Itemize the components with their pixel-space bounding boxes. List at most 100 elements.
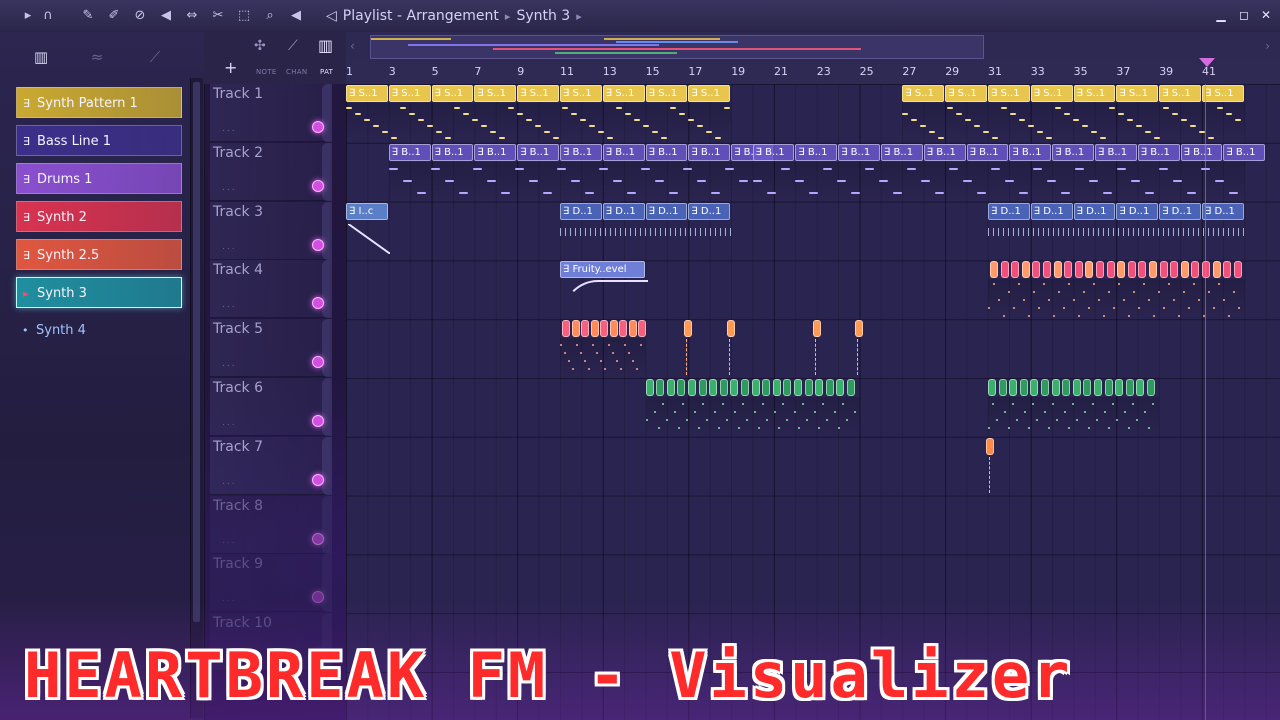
track-handle[interactable]: [322, 554, 332, 613]
synth-note-clip[interactable]: [1032, 261, 1041, 279]
pattern-clip[interactable]: ∃ S..1: [1030, 85, 1073, 102]
pattern-item[interactable]: ∃ Synth 2.5: [16, 239, 182, 270]
synth-note-clip[interactable]: [1009, 379, 1018, 396]
pattern-clip[interactable]: ∃ B..1: [923, 143, 966, 161]
track-enable-led-icon[interactable]: [312, 415, 324, 427]
speaker-icon[interactable]: ◁: [326, 8, 337, 24]
synth-note-clip[interactable]: [751, 379, 760, 396]
synth-note-clip[interactable]: [619, 320, 627, 338]
pattern-clip[interactable]: ∃ B..1: [474, 143, 517, 161]
synth-note-clip[interactable]: [1149, 261, 1157, 279]
pattern-clip[interactable]: ∃ B..1: [1137, 143, 1180, 161]
pattern-clip[interactable]: ∃ D..1: [688, 202, 731, 220]
track-handle[interactable]: [322, 319, 332, 378]
synth-note-clip[interactable]: [1083, 379, 1092, 396]
picker-scrollbar[interactable]: [190, 78, 203, 718]
pattern-clip[interactable]: ∃ D..1: [1116, 202, 1159, 220]
bar-number[interactable]: 37: [1116, 65, 1130, 78]
pattern-clip[interactable]: ∃ S..1: [388, 85, 431, 102]
pattern-clip[interactable]: ∃ B..1: [795, 143, 838, 161]
synth-note-clip[interactable]: [571, 320, 580, 338]
overview-strip[interactable]: [370, 35, 984, 59]
synth-note-clip[interactable]: [825, 379, 834, 396]
synth-note-clip[interactable]: [730, 379, 739, 396]
pattern-item[interactable]: ∃ Drums 1: [16, 163, 182, 194]
pattern-clip[interactable]: ∃ B..1: [688, 143, 731, 161]
bar-number[interactable]: 5: [432, 65, 439, 78]
track-options-icon[interactable]: ...: [222, 418, 237, 428]
mute-icon[interactable]: ◀: [158, 8, 174, 24]
playhead-marker[interactable]: [1199, 58, 1215, 67]
synth-note-clip[interactable]: [1043, 261, 1051, 279]
pattern-clip[interactable]: ∃ S..1: [517, 85, 559, 102]
pencil-icon[interactable]: ✎: [80, 8, 96, 24]
note-label[interactable]: NOTE: [256, 68, 277, 76]
synth-note-clip[interactable]: [1053, 261, 1062, 279]
close-icon[interactable]: ✕: [1259, 8, 1273, 22]
synth-note-clip[interactable]: [590, 320, 599, 338]
track-options-icon[interactable]: ...: [222, 300, 237, 310]
pattern-clip[interactable]: ∃ B..1: [966, 143, 1009, 161]
pattern-clip[interactable]: ∃ S..1: [1073, 85, 1116, 102]
synth-note-clip[interactable]: [1011, 261, 1020, 279]
select-icon[interactable]: ⬚: [236, 8, 252, 24]
synth-note-clip[interactable]: [1094, 379, 1102, 396]
pattern-clip[interactable]: ∃ Fruity..evel: [560, 261, 645, 279]
synth-note-clip[interactable]: [1223, 261, 1232, 279]
synth-note-clip[interactable]: [1072, 379, 1081, 396]
paint-icon[interactable]: ✐: [106, 8, 122, 24]
synth-note-clip[interactable]: [1064, 261, 1073, 279]
synth-note-clip[interactable]: [581, 320, 589, 338]
bar-number[interactable]: 23: [817, 65, 831, 78]
pattern-clip[interactable]: ∃ B..1: [1180, 143, 1223, 161]
synth-note-clip[interactable]: [600, 320, 608, 338]
audio-wave-icon[interactable]: ≈: [84, 48, 110, 68]
scroll-right-icon[interactable]: ›: [1265, 39, 1270, 53]
pattern-item[interactable]: ∃ Synth Pattern 1: [16, 87, 182, 118]
synth-note-clip[interactable]: [988, 379, 996, 396]
scroll-left-icon[interactable]: ‹: [350, 39, 355, 53]
track-enable-led-icon[interactable]: [312, 473, 324, 486]
synth-note-clip[interactable]: [1000, 261, 1009, 279]
track-header[interactable]: Track 1...: [210, 84, 332, 142]
track-handle[interactable]: [322, 495, 332, 554]
synth-note-clip[interactable]: [709, 379, 718, 396]
maximize-icon[interactable]: ◻: [1237, 8, 1251, 22]
synth-note-clip[interactable]: [815, 379, 824, 396]
synth-note-clip[interactable]: [698, 379, 707, 396]
synth-note-clip[interactable]: [1202, 261, 1210, 279]
synth-note-clip[interactable]: [1159, 261, 1168, 279]
synth-note-clip[interactable]: [1117, 261, 1126, 279]
channel-curve-icon[interactable]: ⟋: [288, 38, 298, 54]
synth-note-clip[interactable]: [1051, 379, 1060, 396]
synth-note-clip[interactable]: [836, 379, 845, 396]
pattern-clip[interactable]: ∃ B..1: [752, 143, 795, 161]
pattern-clip[interactable]: ∃ S..1: [602, 85, 645, 102]
track-enable-led-icon[interactable]: [312, 179, 324, 192]
automation-icon[interactable]: ⟋: [142, 48, 168, 68]
arrangement-grid[interactable]: ∃ S..1 ∃ S..1 ∃ S..1 ∃ S..1 ∃ S..1 ∃ S..1 ∃ S.…: [346, 84, 1280, 720]
bar-number[interactable]: 27: [902, 65, 916, 78]
track-options-icon[interactable]: ...: [222, 242, 237, 252]
track-options-icon[interactable]: ...: [222, 536, 237, 546]
pattern-clip[interactable]: ∃ D..1: [560, 202, 602, 220]
pattern-clip[interactable]: ∃ B..1: [1052, 143, 1094, 161]
pattern-clip[interactable]: ∃ S..1: [1116, 85, 1159, 102]
bar-number[interactable]: 11: [560, 65, 574, 78]
track-options-icon[interactable]: ...: [222, 477, 237, 487]
synth-note-clip[interactable]: [990, 261, 998, 279]
synth-note-clip[interactable]: [1138, 261, 1147, 279]
pattern-clip[interactable]: ∃ D..1: [988, 202, 1030, 220]
pattern-item[interactable]: ∃ Synth 2: [16, 201, 182, 232]
synth-note-clip[interactable]: [1074, 261, 1083, 279]
track-handle[interactable]: [322, 84, 332, 142]
track-enable-led-icon[interactable]: [312, 238, 324, 251]
track-header[interactable]: Track 4...: [210, 260, 332, 319]
pattern-clip[interactable]: ∃ B..1: [388, 143, 431, 161]
synth-note-clip[interactable]: [1104, 379, 1113, 396]
synth-note-clip[interactable]: [1136, 379, 1145, 396]
pattern-clip[interactable]: ∃ S..1: [474, 85, 517, 102]
track-handle[interactable]: [322, 436, 332, 495]
synth-note-clip[interactable]: [998, 379, 1007, 396]
track-header[interactable]: Track 5...: [210, 319, 332, 378]
